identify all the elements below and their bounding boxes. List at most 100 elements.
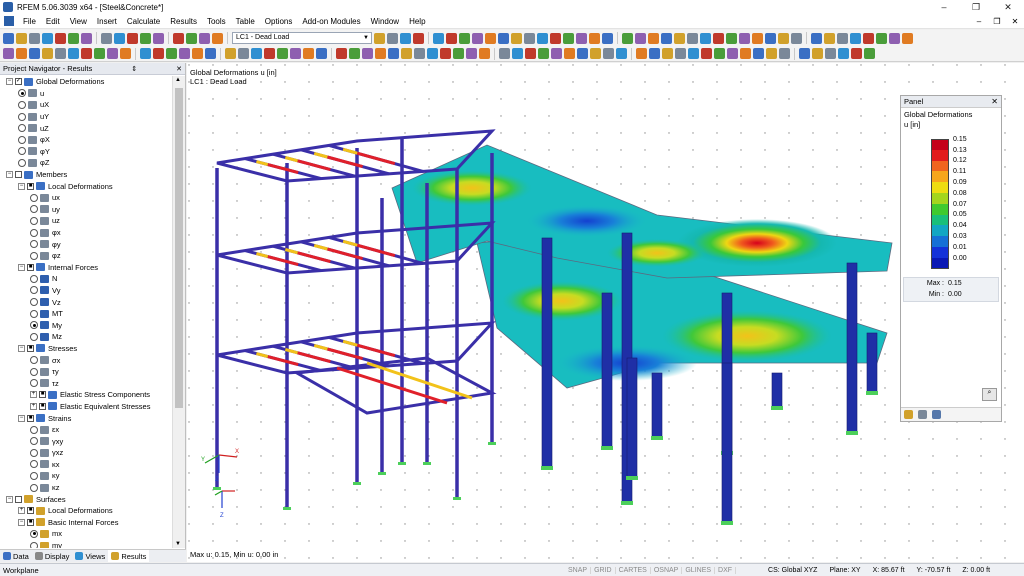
- tab-display[interactable]: Display: [32, 550, 73, 562]
- menu-tools[interactable]: Tools: [202, 17, 231, 26]
- render-tool-icon[interactable]: [837, 32, 848, 44]
- tree-item[interactable]: τz: [0, 377, 172, 389]
- tree-item[interactable]: uz: [0, 215, 172, 227]
- close-button[interactable]: ✕: [992, 2, 1024, 13]
- render-tool-icon[interactable]: [889, 32, 900, 44]
- model-tool-icon[interactable]: [740, 48, 751, 59]
- pin-icon[interactable]: ⇕: [125, 65, 137, 73]
- results-tool-icon[interactable]: [485, 32, 496, 44]
- menu-file[interactable]: File: [18, 17, 41, 26]
- tree-radio[interactable]: [30, 437, 38, 446]
- tree-radio[interactable]: [18, 89, 26, 98]
- zoom-tool-icon[interactable]: [290, 48, 301, 59]
- tools-tool-icon[interactable]: [812, 48, 823, 59]
- tree-item[interactable]: − Surfaces: [0, 493, 172, 505]
- tree-radio[interactable]: [30, 367, 38, 376]
- view-tool-icon[interactable]: [173, 32, 184, 44]
- results-tool-icon[interactable]: [563, 32, 574, 44]
- tree-checkbox[interactable]: [15, 495, 22, 503]
- tree-item[interactable]: − Members: [0, 169, 172, 181]
- display-tool-icon[interactable]: [538, 48, 549, 59]
- collapse-icon[interactable]: −: [18, 414, 25, 422]
- file-tool-icon[interactable]: [68, 32, 79, 44]
- results-tool-icon[interactable]: [576, 32, 587, 44]
- tree-item[interactable]: + ■ Elastic Stress Components: [0, 389, 172, 401]
- tools-tool-icon[interactable]: [825, 48, 836, 59]
- tree-item[interactable]: φX: [0, 134, 172, 146]
- menu-table[interactable]: Table: [231, 17, 260, 26]
- tree-radio[interactable]: [30, 460, 38, 469]
- display-tool-icon[interactable]: [525, 48, 536, 59]
- menu-results[interactable]: Results: [165, 17, 202, 26]
- display-tool-icon[interactable]: [700, 32, 711, 44]
- tree-radio[interactable]: [30, 448, 38, 457]
- tree-radio[interactable]: [30, 321, 38, 330]
- tree-radio[interactable]: [30, 286, 38, 295]
- tree-item[interactable]: − ■ Stresses: [0, 343, 172, 355]
- results-tool-icon[interactable]: [446, 32, 457, 44]
- collapse-icon[interactable]: −: [18, 263, 25, 271]
- tree-item[interactable]: − ■ Local Deformations: [0, 180, 172, 192]
- tree-radio[interactable]: [18, 135, 26, 144]
- tree-radio[interactable]: [18, 112, 26, 121]
- select-tool-icon[interactable]: [179, 48, 190, 59]
- tree-radio[interactable]: [18, 100, 26, 109]
- tree-checkbox[interactable]: ■: [27, 344, 34, 352]
- tree-item[interactable]: γxy: [0, 435, 172, 447]
- menu-add-on-modules[interactable]: Add-on Modules: [297, 17, 365, 26]
- tools-tool-icon[interactable]: [851, 48, 862, 59]
- edit-tool-icon[interactable]: [114, 32, 125, 44]
- doc-minimize-button[interactable]: –: [970, 17, 988, 26]
- tree-radio[interactable]: [30, 471, 38, 480]
- file-tool-icon[interactable]: [81, 32, 92, 44]
- model-tool-icon[interactable]: [662, 48, 673, 59]
- tree-item[interactable]: τy: [0, 366, 172, 378]
- display-tool-icon[interactable]: [551, 48, 562, 59]
- display-tool-icon[interactable]: [726, 32, 737, 44]
- collapse-icon[interactable]: −: [18, 518, 25, 526]
- tree-item[interactable]: + ■ Local Deformations: [0, 505, 172, 517]
- maximize-button[interactable]: ❐: [960, 2, 992, 13]
- model-viewport[interactable]: X Y Z Z Global Deformations u [in] LC1 :…: [187, 63, 1024, 562]
- scroll-thumb[interactable]: [175, 88, 183, 408]
- tree-radio[interactable]: [30, 309, 38, 318]
- results-tool-icon[interactable]: [459, 32, 470, 44]
- tree-item[interactable]: Vy: [0, 285, 172, 297]
- display-tool-icon[interactable]: [713, 32, 724, 44]
- view-direction-tool-icon[interactable]: [42, 48, 53, 59]
- tree-checkbox[interactable]: ■: [27, 263, 34, 271]
- navigate-tool-icon[interactable]: [413, 32, 424, 44]
- display-tool-icon[interactable]: [661, 32, 672, 44]
- display-tool-icon[interactable]: [791, 32, 802, 44]
- tree-item[interactable]: − ■ Internal Forces: [0, 262, 172, 274]
- filter-tool-icon[interactable]: [388, 48, 399, 59]
- tree-item[interactable]: − ✓ Global Deformations: [0, 76, 172, 88]
- tree-radio[interactable]: [18, 158, 26, 167]
- tree-radio[interactable]: [30, 529, 38, 538]
- tree-item[interactable]: σx: [0, 354, 172, 366]
- tree-radio[interactable]: [30, 251, 38, 260]
- tree-checkbox[interactable]: ■: [27, 518, 34, 526]
- tree-checkbox[interactable]: ■: [39, 402, 46, 410]
- expand-icon[interactable]: +: [30, 391, 37, 399]
- tree-radio[interactable]: [30, 193, 38, 202]
- model-tool-icon[interactable]: [636, 48, 647, 59]
- display-tool-icon[interactable]: [590, 48, 601, 59]
- filter-tool-icon[interactable]: [440, 48, 451, 59]
- tree-item[interactable]: γxz: [0, 447, 172, 459]
- select-tool-icon[interactable]: [192, 48, 203, 59]
- display-tool-icon[interactable]: [687, 32, 698, 44]
- tree-item[interactable]: φx: [0, 227, 172, 239]
- view-direction-tool-icon[interactable]: [81, 48, 92, 59]
- tree-checkbox[interactable]: ■: [27, 414, 34, 422]
- zoom-tool-icon[interactable]: [303, 48, 314, 59]
- scroll-up-icon[interactable]: ▲: [175, 77, 181, 83]
- tree-radio[interactable]: [30, 332, 38, 341]
- view-direction-tool-icon[interactable]: [107, 48, 118, 59]
- load-case-select[interactable]: LC1 - Dead Load ▼: [232, 32, 372, 44]
- menu-calculate[interactable]: Calculate: [122, 17, 165, 26]
- collapse-icon[interactable]: −: [18, 182, 25, 190]
- menu-help[interactable]: Help: [404, 17, 430, 26]
- tree-item[interactable]: φy: [0, 238, 172, 250]
- tree-radio[interactable]: [30, 298, 38, 307]
